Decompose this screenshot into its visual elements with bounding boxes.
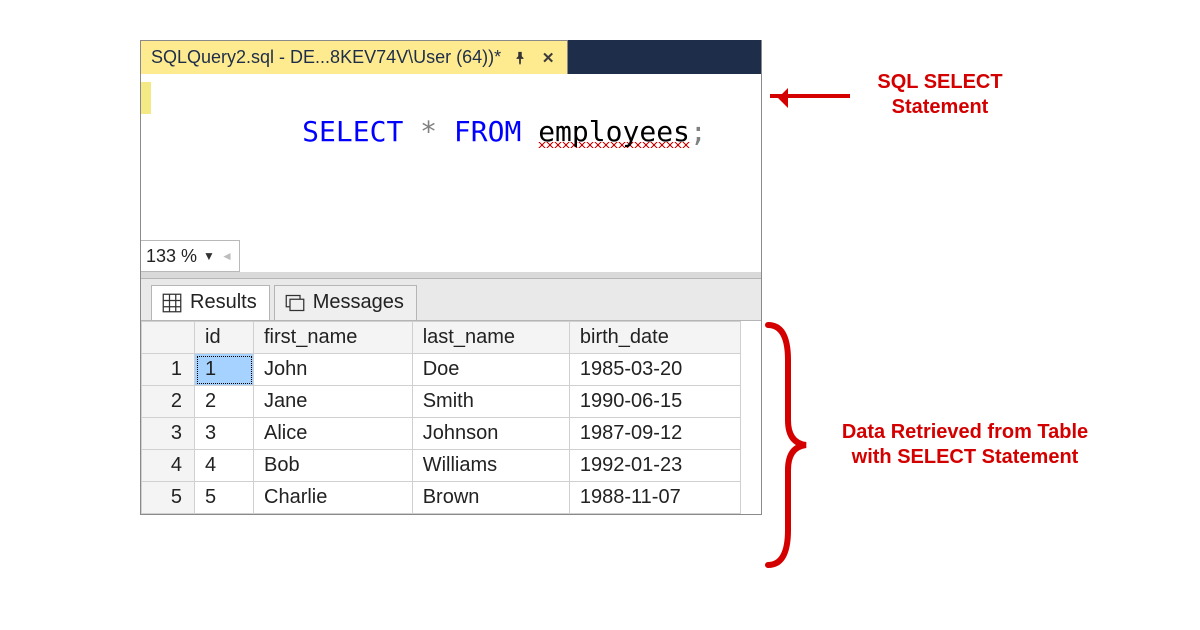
cell[interactable]: 5 [195,482,254,514]
annotation-brace [758,320,808,570]
document-title: SQLQuery2.sql - DE...8KEV74V\User (64))* [151,47,501,68]
change-marker [141,82,151,114]
cell[interactable]: 1987-09-12 [569,418,740,450]
cell[interactable]: 1988-11-07 [569,482,740,514]
cell[interactable]: 3 [195,418,254,450]
kw-select: SELECT [302,115,403,148]
kw-from: FROM [454,115,521,148]
chevron-left-icon: ◄ [221,249,233,263]
zoom-value: 133 % [146,246,197,267]
cell[interactable]: Johnson [412,418,569,450]
annotation-arrow [770,94,850,98]
cell[interactable]: Smith [412,386,569,418]
sql-code-line: SELECT * FROM employees; [201,82,707,181]
cell[interactable]: Charlie [254,482,413,514]
col-first-name[interactable]: first_name [254,322,413,354]
table-row[interactable]: 4 4 Bob Williams 1992-01-23 [142,450,741,482]
cell[interactable]: 4 [195,450,254,482]
col-last-name[interactable]: last_name [412,322,569,354]
row-number: 3 [142,418,195,450]
table-identifier: employees [538,115,690,148]
results-grid-wrap: id first_name last_name birth_date 1 1 J… [141,320,761,514]
col-birth-date[interactable]: birth_date [569,322,740,354]
cell[interactable]: Jane [254,386,413,418]
tab-results-label: Results [190,291,257,314]
grid-corner [142,322,195,354]
star: * [403,115,454,148]
table-row[interactable]: 5 5 Charlie Brown 1988-11-07 [142,482,741,514]
cell[interactable]: Bob [254,450,413,482]
row-number: 1 [142,354,195,386]
chevron-down-icon: ▼ [203,249,215,263]
table-row[interactable]: 3 3 Alice Johnson 1987-09-12 [142,418,741,450]
cell[interactable]: Doe [412,354,569,386]
row-number: 4 [142,450,195,482]
cell[interactable]: 1990-06-15 [569,386,740,418]
messages-icon [285,293,305,313]
result-tab-strip: Results Messages [141,279,761,320]
grid-icon [162,293,182,313]
table-row[interactable]: 1 1 John Doe 1985-03-20 [142,354,741,386]
cell[interactable]: John [254,354,413,386]
cell[interactable]: 1985-03-20 [569,354,740,386]
semicolon: ; [690,115,707,148]
results-grid[interactable]: id first_name last_name birth_date 1 1 J… [141,321,741,514]
annotation-data: Data Retrieved from Table with SELECT St… [830,420,1100,470]
close-icon[interactable]: ✕ [539,49,557,67]
table-row[interactable]: 2 2 Jane Smith 1990-06-15 [142,386,741,418]
row-number: 5 [142,482,195,514]
tab-messages-label: Messages [313,291,404,314]
results-pane: Results Messages id first_name last_name… [141,278,761,514]
cell[interactable]: 2 [195,386,254,418]
sql-editor[interactable]: SELECT * FROM employees; 133 % ▼ ◄ [141,74,761,272]
document-tab-bar: SQLQuery2.sql - DE...8KEV74V\User (64))*… [141,40,761,74]
ssms-window: SQLQuery2.sql - DE...8KEV74V\User (64))*… [140,40,762,515]
cell[interactable]: 1 [195,354,254,386]
tab-messages[interactable]: Messages [274,285,417,320]
zoom-dropdown[interactable]: 133 % ▼ ◄ [141,240,240,272]
document-tab[interactable]: SQLQuery2.sql - DE...8KEV74V\User (64))*… [141,40,568,74]
cell[interactable]: Alice [254,418,413,450]
cell[interactable]: Brown [412,482,569,514]
annotation-select: SQL SELECT Statement [860,70,1020,120]
row-number: 2 [142,386,195,418]
cell[interactable]: Williams [412,450,569,482]
cell[interactable]: 1992-01-23 [569,450,740,482]
pin-icon[interactable] [511,51,529,65]
tab-results[interactable]: Results [151,285,270,320]
col-id[interactable]: id [195,322,254,354]
